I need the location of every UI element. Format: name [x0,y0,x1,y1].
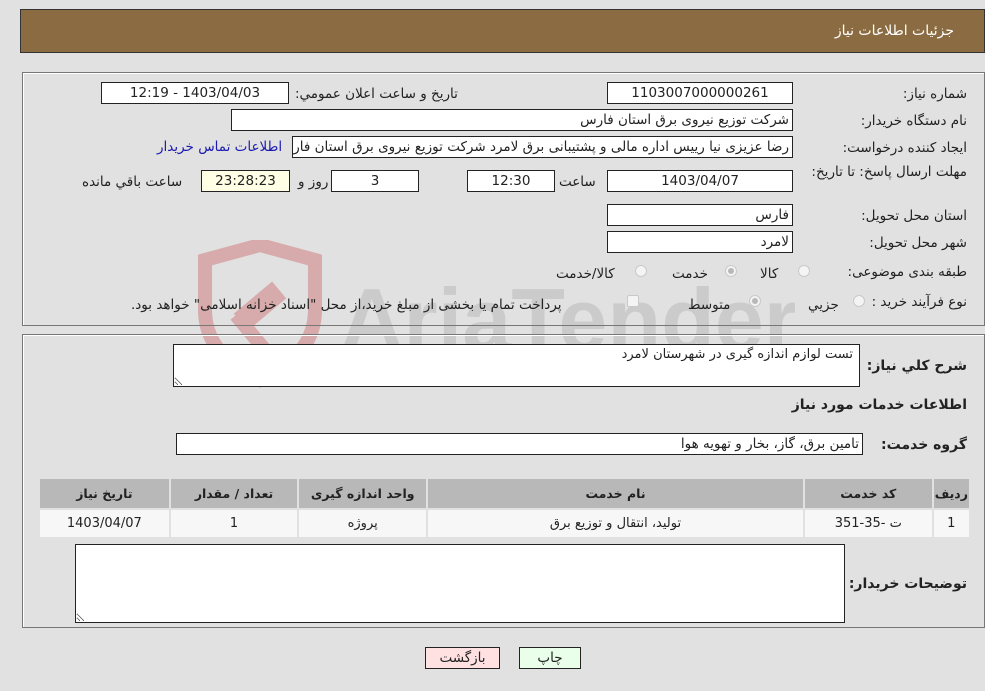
category-option-goods-service: کالا/خدمت [556,266,615,282]
back-button[interactable]: بازگشت [425,647,500,669]
delivery-city-field[interactable]: لامرد [607,231,793,253]
buyer-org-label: نام دستگاه خریدار: [860,113,967,129]
requester-field[interactable]: رضا عزیزی نیا رییس اداره مالی و پشتیبانی… [292,136,793,158]
general-desc-textarea[interactable]: تست لوازم اندازه گیری در شهرستان لامرد [173,344,860,387]
remaining-time-field: 23:28:23 [201,170,290,192]
requester-label: ایجاد کننده درخواست: [842,140,967,156]
delivery-city-label: شهر محل تحویل: [869,235,967,251]
delivery-province-field[interactable]: فارس [607,204,793,226]
need-number-label: شماره نیاز: [902,86,967,102]
announce-datetime-label: تاریخ و ساعت اعلان عمومي: [295,86,458,102]
process-option-medium: متوسط [688,297,731,313]
service-group-field[interactable]: تامین برق، گاز، بخار و تهویه هوا [176,433,863,455]
process-radio-minor[interactable] [853,295,865,307]
cell-need-date: 1403/04/07 [40,510,169,537]
general-desc-label: شرح كلي نياز: [866,358,967,374]
deadline-label: مهلت ارسال پاسخ: تا تاریخ: [811,164,967,180]
col-need-date: تاریخ نیاز [40,479,169,508]
purchase-process-label: نوع فرآیند خرید : [871,294,967,310]
category-label: طبقه بندی موضوعی: [847,264,967,280]
cell-row-number: 1 [933,510,969,537]
page-header: جزئیات اطلاعات نیاز [20,9,985,53]
buyer-contact-link[interactable]: اطلاعات تماس خریدار [157,139,282,155]
col-quantity: تعداد / مقدار [170,479,298,508]
category-option-goods: کالا [760,266,779,282]
buyer-notes-label: توضیحات خریدار: [848,576,967,592]
process-option-minor: جزيي [808,297,839,313]
deadline-date-field[interactable]: 1403/04/07 [607,170,793,192]
cell-quantity: 1 [170,510,298,537]
services-table: ردیف کد خدمت نام خدمت واحد اندازه گیری ت… [38,477,971,539]
table-row: 1 ت -35-351 تولید، انتقال و توزیع برق پر… [40,510,969,537]
category-option-service: خدمت [672,266,708,282]
process-radio-medium[interactable] [749,295,761,307]
deadline-time-field[interactable]: 12:30 [467,170,555,192]
table-header-row: ردیف کد خدمت نام خدمت واحد اندازه گیری ت… [40,479,969,508]
page-title: جزئیات اطلاعات نیاز [834,23,954,39]
remaining-days-label: روز و [298,174,329,190]
deadline-time-label: ساعت [559,174,596,190]
cell-service-code: ت -35-351 [804,510,932,537]
col-unit: واحد اندازه گیری [299,479,427,508]
treasury-note: پرداخت تمام یا بخشی از مبلغ خرید،از محل … [131,297,562,313]
category-radio-service[interactable] [725,265,737,277]
col-service-name: نام خدمت [428,479,803,508]
buyer-notes-textarea[interactable] [75,544,845,623]
treasury-checkbox[interactable] [627,295,639,307]
services-section-title: اطلاعات خدمات مورد نیاز [791,397,967,413]
buyer-org-field[interactable]: شرکت توزیع نیروی برق استان فارس [231,109,793,131]
category-radio-goods[interactable] [798,265,810,277]
col-row-number: ردیف [933,479,969,508]
col-service-code: کد خدمت [804,479,932,508]
remaining-days-field[interactable]: 3 [331,170,419,192]
need-number-field[interactable]: 1103007000000261 [607,82,793,104]
cell-service-name: تولید، انتقال و توزیع برق [428,510,803,537]
service-group-label: گروه خدمت: [881,437,967,453]
print-button[interactable]: چاپ [519,647,581,669]
announce-datetime-field[interactable]: 1403/04/03 - 12:19 [101,82,289,104]
remaining-time-label: ساعت باقي مانده [82,174,183,190]
delivery-province-label: استان محل تحویل: [861,208,967,224]
category-radio-goods-service[interactable] [635,265,647,277]
cell-unit: پروژه [299,510,427,537]
